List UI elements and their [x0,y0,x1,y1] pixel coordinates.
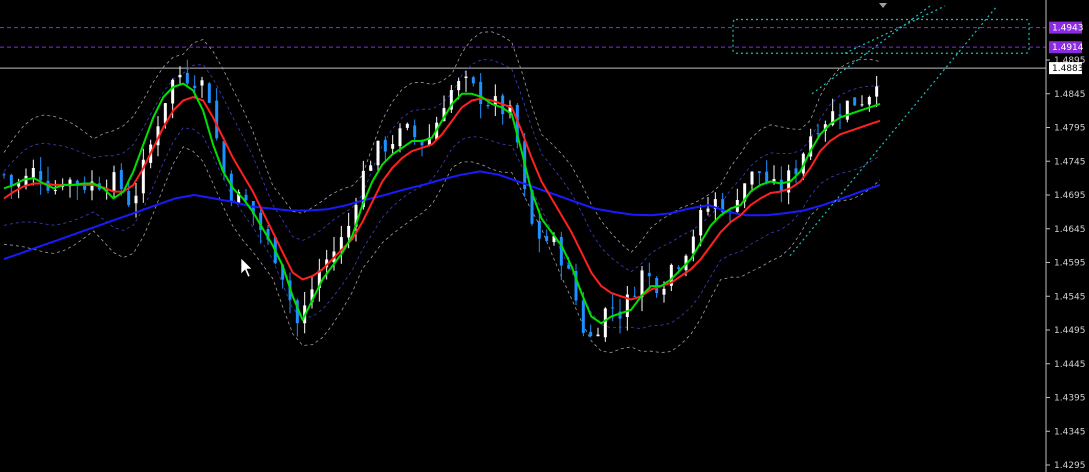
y-tick-label: 1.4595 [1054,259,1086,269]
candle-body [691,236,695,254]
y-tick-label: 1.4695 [1054,191,1086,201]
candle-body [391,144,395,149]
candle-body [589,331,593,337]
candle-body [171,79,175,104]
y-tick-label: 1.4795 [1054,124,1086,134]
candle-body [127,190,131,206]
candle-body [545,236,549,242]
candle-body [457,81,461,91]
candle-body [53,190,57,192]
candle-body [677,267,681,269]
candle-body [413,125,417,138]
candle-body [845,100,849,120]
candle-body [603,308,607,338]
candle-body [853,97,857,106]
candle-body [200,80,204,86]
candle-body [405,123,409,128]
candle-body [193,85,197,89]
candle-body [633,295,637,297]
candle-body [757,171,761,173]
candle-body [875,86,879,97]
candle-body [581,300,585,333]
candle-body [215,100,219,139]
y-tick-label: 1.4345 [1054,427,1086,437]
candle-body [369,165,373,171]
y-tick-label: 1.4845 [1054,90,1086,100]
candle-body [398,128,402,147]
price-badge-label: 1.4914 [1052,43,1084,53]
candle-body [376,140,380,166]
candle-body [31,167,35,179]
candle-body [39,171,43,181]
candle-body [222,141,226,173]
candle-body [464,76,468,79]
candle-body [2,174,6,176]
candle-body [383,139,387,152]
candle-body [596,334,600,337]
candle-body [567,264,571,269]
candle-body [185,72,189,84]
candle-body [838,114,842,117]
y-tick-label: 1.4395 [1054,394,1086,404]
candle-body [662,288,666,295]
candle-body [479,81,483,104]
candle-body [486,104,490,107]
price-badge-label: 1.4943 [1052,24,1084,34]
candle-body [867,97,871,105]
candle-body [347,225,351,238]
candle-body [647,272,651,277]
y-tick-label: 1.4295 [1054,461,1086,471]
candle-body [471,77,475,84]
y-tick-label: 1.4545 [1054,292,1086,302]
y-tick-label: 1.4445 [1054,360,1086,370]
candle-body [537,220,541,239]
candle-body [163,103,167,124]
candle-body [611,307,615,309]
candle-body [9,174,13,186]
candle-body [178,74,182,78]
candle-body [816,133,820,135]
candle-body [207,83,211,103]
candle-body [699,210,703,236]
price-chart[interactable]: 1.48951.48451.47951.47451.46951.46451.45… [0,0,1089,472]
candle-body [860,104,864,106]
candle-body [750,171,754,185]
candle-body [119,169,123,190]
price-badge-label: 1.4883 [1052,64,1084,74]
price-badges: 1.4943 1.4914 1.4883 [1049,21,1084,75]
candle-body [706,208,710,212]
y-tick-label: 1.4745 [1054,157,1086,167]
candle-body [559,236,563,266]
candle-body [134,195,138,204]
y-tick-label: 1.4645 [1054,225,1086,235]
candle-body [112,172,116,191]
y-tick-label: 1.4495 [1054,326,1086,336]
